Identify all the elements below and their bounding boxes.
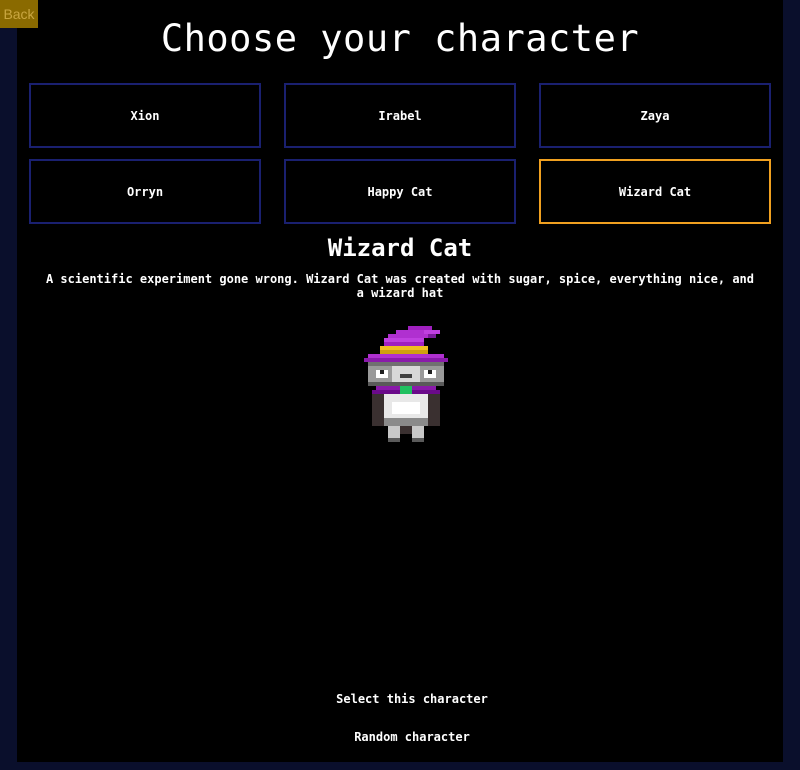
selected-character-name: Wizard Cat <box>327 234 473 262</box>
character-card-orryn[interactable]: Orryn <box>29 159 261 224</box>
selected-character-description: A scientific experiment gone wrong. Wiza… <box>45 272 754 300</box>
character-grid: Xion Irabel Zaya Orryn Happy Cat Wizard … <box>29 83 772 224</box>
character-card-happy-cat[interactable]: Happy Cat <box>284 159 516 224</box>
character-card-wizard-cat[interactable]: Wizard Cat <box>539 159 771 224</box>
random-character-button[interactable]: Random character <box>0 729 800 745</box>
character-card-zaya[interactable]: Zaya <box>539 83 771 148</box>
back-button[interactable]: Back <box>0 0 38 28</box>
character-card-irabel[interactable]: Irabel <box>284 83 516 148</box>
character-card-xion[interactable]: Xion <box>29 83 261 148</box>
wizard-cat-sprite-icon <box>364 326 448 442</box>
select-character-button[interactable]: Select this character <box>0 691 800 707</box>
page-title: Choose your character <box>160 17 640 60</box>
